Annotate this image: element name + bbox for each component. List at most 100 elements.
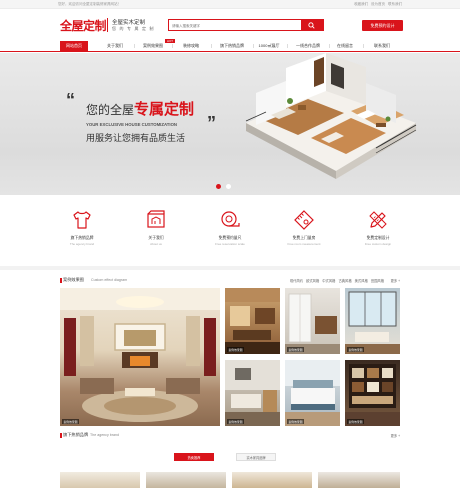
brand-tab-wood[interactable]: 实木家具品牌: [236, 453, 276, 461]
nav-item-message[interactable]: 在线留言: [330, 41, 360, 51]
case-tile[interactable]: 案例效果图: [225, 288, 280, 354]
service-title: 免费上门量房: [292, 236, 316, 240]
case-tile[interactable]: 案例效果图: [345, 360, 400, 426]
cases-more-link[interactable]: 更多 +: [391, 278, 400, 283]
service-title: 旗下热销品牌: [70, 236, 94, 240]
nav-item-contact[interactable]: 联系我们: [364, 41, 400, 51]
logo-slogan-line2: 您 的 专 属 定 制: [112, 26, 155, 31]
banner-slogan-prefix: 您的全屋: [86, 103, 135, 117]
service-subtitle: Free reservation scale: [215, 242, 245, 246]
service-title: 关于我们: [148, 236, 164, 240]
case-tile-label: 案例效果图: [227, 347, 244, 352]
service-title: 免费定制设计: [366, 236, 390, 240]
case-tile[interactable]: 案例效果图: [225, 360, 280, 426]
case-tile[interactable]: 案例效果图: [285, 288, 340, 354]
brands-subtitle: The agency brand: [90, 432, 119, 437]
welcome-text: 您好，欢迎访问全屋定制装修家具网站！: [58, 2, 121, 6]
brand-tabs: 热卖推荐 实木家具品牌: [0, 453, 460, 461]
cases-style-tabs: 现代简约 欧式风格 中式风格 古典风格 美式风格 田园风格: [287, 278, 384, 283]
logo-slogan-line1: 全屋实木定制: [112, 20, 146, 26]
service-subtitle: Free custom design: [364, 242, 392, 246]
logo-divider: [107, 18, 108, 32]
nav-item-home[interactable]: 网站首页: [60, 41, 88, 51]
banner-slogan-sub: 用服务让您拥有品质生活: [86, 133, 186, 143]
cases-section-header: 案例效果图 Custom effect diagram 现代简约 欧式风格 中式风格…: [60, 276, 400, 285]
brands-section-header: 旗下热销品牌 The agency brand 更多 +: [60, 431, 400, 440]
top-links: 收藏我们 设为首页 联系我们: [351, 2, 402, 7]
white-wardrobe-photo: [285, 293, 340, 354]
free-design-button[interactable]: 免费预约设计: [362, 20, 403, 31]
case-tile-label: 案例效果图: [62, 419, 79, 424]
measure-icon: [221, 211, 240, 227]
top-bar: 您好，欢迎访问全屋定制装修家具网站！ 收藏我们 设为首页 联系我们: [0, 0, 460, 9]
nav-item-showroom[interactable]: 1000㎡展厅: [254, 41, 284, 51]
nav-item-brands[interactable]: 旗下热销品牌: [212, 41, 252, 51]
site-logo[interactable]: 全屋定制: [60, 17, 107, 34]
section-accent-bar: [60, 432, 62, 438]
pencil-ruler-icon: [369, 211, 387, 229]
apartment-illustration: [245, 53, 417, 179]
cases-tab[interactable]: 古典风格: [338, 279, 351, 283]
slider-dot-2[interactable]: [226, 184, 231, 189]
shirt-icon: [73, 211, 91, 229]
wood-study-photo: [225, 288, 280, 354]
close-quote-mark: ”: [207, 113, 216, 133]
search-box: [168, 19, 324, 31]
main-nav: 网站首页 关于我们 案例效果图 HOT 装修攻略 旗下热销品牌 1000㎡展厅 …: [0, 39, 460, 52]
brand-tab-hot[interactable]: 热卖推荐: [174, 453, 214, 461]
nav-item-guide[interactable]: 装修攻略: [174, 41, 208, 51]
cases-tab[interactable]: 美式风格: [355, 279, 368, 283]
sunroom-photo: [345, 291, 400, 354]
bedroom-photo: [285, 360, 340, 426]
case-tile[interactable]: 案例效果图: [60, 288, 220, 426]
service-subtitle: The agency brand: [69, 242, 95, 246]
cases-tab[interactable]: 中式风格: [322, 279, 335, 283]
case-tile-label: 案例效果图: [287, 419, 304, 424]
case-tile[interactable]: 案例效果图: [285, 360, 340, 426]
diamond-ruler-icon: [294, 210, 314, 230]
cases-tab[interactable]: 现代简约: [290, 279, 303, 283]
blueprint-icon: [147, 210, 165, 228]
contact-link[interactable]: 联系我们: [388, 2, 402, 6]
cases-tab[interactable]: 田园风格: [371, 279, 384, 283]
open-quote-mark: “: [66, 90, 75, 110]
cases-tab[interactable]: 欧式风格: [306, 279, 319, 283]
brand-product-card[interactable]: [146, 472, 226, 488]
site-header: 全屋定制 全屋实木定制 您 的 专 属 定 制 免费预约设计: [0, 9, 460, 41]
bookshelf-photo: [345, 364, 400, 426]
bookmark-link[interactable]: 收藏我们: [354, 2, 368, 6]
brands-more-link[interactable]: 更多 +: [391, 433, 400, 438]
banner-slogan-highlight: 专属定制: [134, 101, 195, 118]
slider-dot-1[interactable]: [216, 184, 221, 189]
case-tile-label: 案例效果图: [227, 419, 244, 424]
banner-slogan-en: YOUR EXCLUSIVE HOUSE CUSTOMIZATION: [86, 122, 178, 127]
nav-item-partners[interactable]: 一线合作品牌: [288, 41, 328, 51]
case-tile-label: 案例效果图: [287, 347, 304, 352]
section-accent-bar: [60, 277, 62, 283]
case-tile[interactable]: 案例效果图: [345, 288, 400, 354]
service-subtitle: About us: [150, 242, 162, 246]
set-homepage-link[interactable]: 设为首页: [371, 2, 385, 6]
case-tile-label: 案例效果图: [347, 347, 364, 352]
cases-subtitle: Custom effect diagram: [91, 277, 128, 282]
case-tile-label: 案例效果图: [347, 419, 364, 424]
search-button[interactable]: [301, 20, 323, 30]
service-title: 免费预约量尺: [218, 236, 242, 240]
nav-divider: [134, 44, 135, 48]
modern-living-photo: [225, 360, 280, 426]
brands-title: 旗下热销品牌: [63, 432, 89, 437]
search-icon: [308, 21, 315, 29]
brand-products-row: [60, 472, 400, 488]
european-living-room-photo: [60, 288, 220, 422]
service-subtitle: Free room measurement: [287, 242, 321, 246]
cases-title: 案例效果图: [63, 277, 84, 282]
banner-slogan: 您的全屋专属定制: [86, 98, 194, 119]
section-divider: [0, 266, 460, 270]
brand-product-card[interactable]: [318, 472, 400, 488]
brand-product-card[interactable]: [60, 472, 140, 488]
cases-gallery: 案例效果图 案例效果图 案例效果图 案例效果图 案例效果图 案例效果图 案例效果…: [60, 288, 400, 426]
search-input[interactable]: [172, 21, 300, 30]
nav-item-about[interactable]: 关于我们: [98, 41, 132, 51]
nav-divider: [172, 44, 173, 48]
brand-product-card[interactable]: [232, 472, 312, 488]
